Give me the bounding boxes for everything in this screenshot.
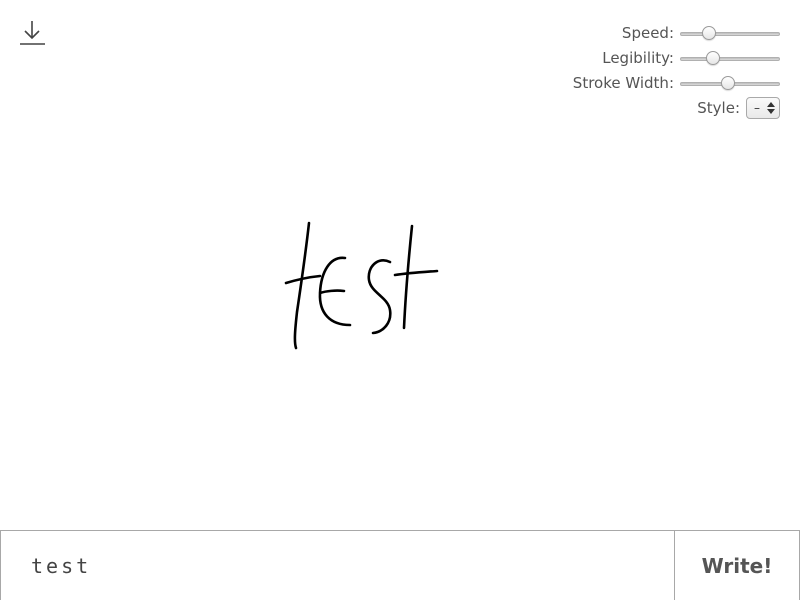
stroke-width-row: Stroke Width:: [480, 70, 780, 95]
letter-t-stem: [293, 221, 311, 350]
letter-e: [318, 256, 352, 327]
slider-track: [680, 31, 780, 36]
style-select-value: –: [754, 100, 760, 115]
stroke-width-slider[interactable]: [680, 73, 780, 93]
settings-panel: Speed: Legibility: Stroke Width: Style: …: [480, 20, 780, 120]
speed-row: Speed:: [480, 20, 780, 45]
speed-slider[interactable]: [680, 23, 780, 43]
slider-thumb[interactable]: [705, 50, 720, 65]
style-label: Style:: [697, 98, 740, 117]
handwriting-app: Speed: Legibility: Stroke Width: Style: …: [0, 0, 800, 600]
stroke-width-label: Stroke Width:: [572, 73, 674, 92]
input-bar: Write!: [0, 530, 800, 600]
slider-track: [680, 56, 780, 61]
legibility-row: Legibility:: [480, 45, 780, 70]
handwriting-canvas: [0, 130, 800, 520]
select-arrows-icon: [766, 101, 776, 115]
speed-label: Speed:: [621, 23, 674, 42]
style-select[interactable]: –: [746, 96, 780, 119]
style-row: Style: –: [480, 95, 780, 120]
slider-thumb[interactable]: [701, 25, 716, 40]
letter-t2-bar: [393, 269, 439, 277]
text-input[interactable]: [0, 531, 674, 600]
download-icon[interactable]: [18, 18, 48, 48]
legibility-label: Legibility:: [602, 48, 674, 67]
write-button[interactable]: Write!: [674, 531, 800, 600]
slider-thumb[interactable]: [721, 75, 736, 90]
handwriting-output: [284, 221, 439, 350]
handwritten-strokes: [284, 221, 439, 350]
letter-s: [367, 259, 392, 335]
letter-t2-stem: [402, 224, 414, 330]
legibility-slider[interactable]: [680, 48, 780, 68]
